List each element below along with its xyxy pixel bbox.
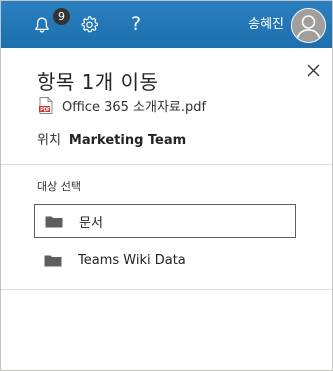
close-button[interactable] — [302, 59, 324, 81]
destination-label: Teams Wiki Data — [78, 252, 186, 268]
current-location: 위치 Marketing Team — [37, 129, 186, 148]
panel-title: 항목 1개 이동 — [37, 70, 159, 94]
notifications-button[interactable]: 9 — [19, 1, 70, 48]
selected-file: Office 365 소개자료.pdf — [39, 95, 206, 115]
avatar-icon — [292, 9, 325, 42]
destination-label: 문서 — [79, 215, 103, 231]
bell-icon — [35, 17, 49, 33]
help-button[interactable]: ? — [113, 1, 159, 48]
settings-button[interactable] — [66, 1, 112, 48]
move-item-panel-window: 9 ? 송혜진 항목 1개 이동 Office 365 소개자료.pdf 위치 … — [0, 0, 333, 371]
suite-header: 9 ? 송혜진 — [1, 1, 332, 48]
location-value: Marketing Team — [68, 133, 187, 148]
gear-icon — [81, 16, 98, 33]
user-name[interactable]: 송혜진 — [248, 1, 284, 48]
divider — [1, 164, 332, 165]
folder-icon — [45, 214, 63, 228]
destination-item-teams-wiki-data[interactable]: Teams Wiki Data — [34, 243, 296, 277]
avatar[interactable] — [291, 8, 326, 43]
divider — [1, 289, 332, 290]
folder-icon — [44, 253, 62, 267]
destination-item-documents[interactable]: 문서 — [34, 204, 296, 238]
pdf-file-icon — [39, 96, 53, 114]
destination-section-label: 대상 선택 — [37, 180, 81, 193]
location-label: 위치 — [37, 133, 61, 148]
file-name: Office 365 소개자료.pdf — [62, 99, 207, 115]
help-icon: ? — [130, 13, 142, 35]
close-icon — [307, 64, 319, 76]
